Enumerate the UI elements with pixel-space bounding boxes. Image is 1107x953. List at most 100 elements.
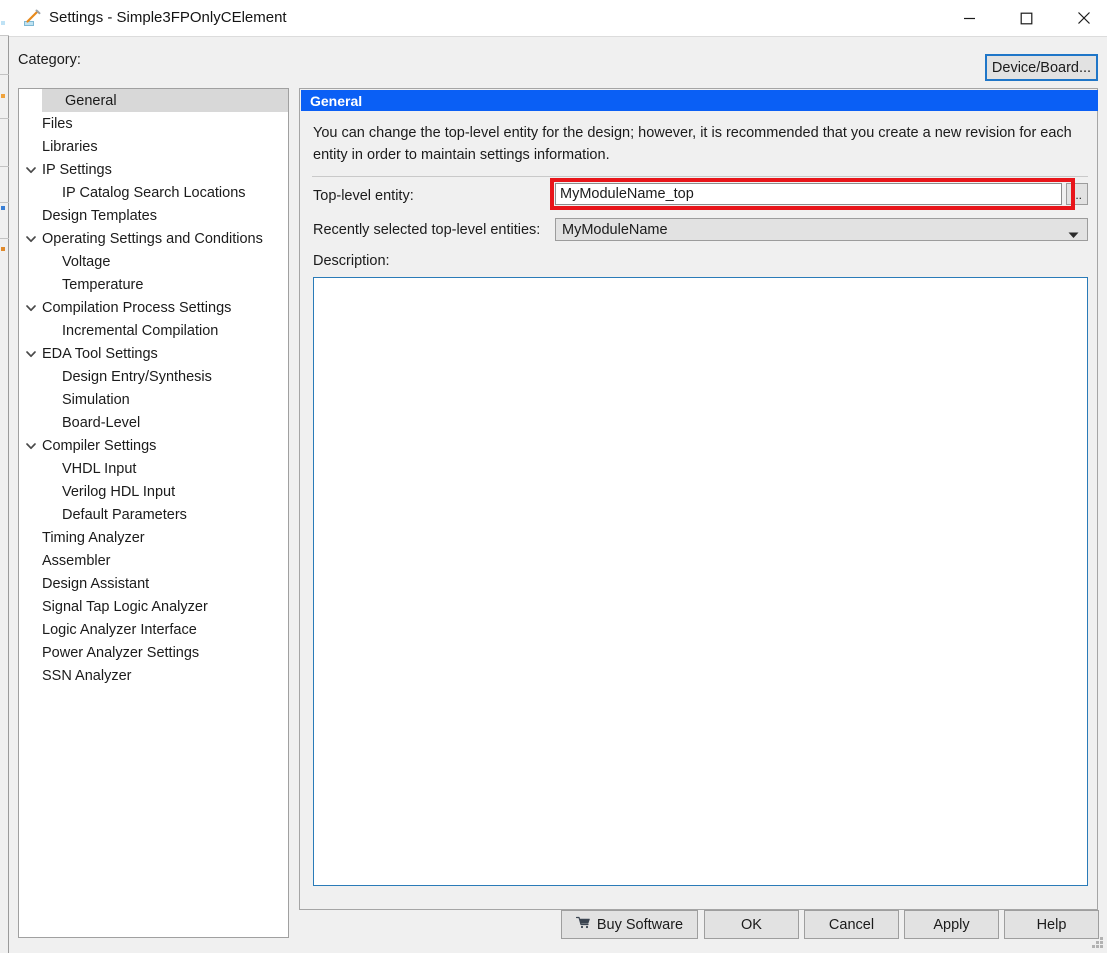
- tree-item-label: Compiler Settings: [42, 437, 157, 454]
- tree-item-simulation[interactable]: Simulation: [19, 388, 288, 411]
- title-bar: Settings - Simple3FPOnlyCElement: [9, 0, 1107, 37]
- recent-entities-label: Recently selected top-level entities:: [313, 222, 541, 238]
- tree-item-libraries[interactable]: Libraries: [19, 135, 288, 158]
- tree-item-voltage[interactable]: Voltage: [19, 250, 288, 273]
- window-title: Settings - Simple3FPOnlyCElement: [49, 9, 287, 26]
- recent-entities-value: MyModuleName: [562, 221, 668, 238]
- tree-item-label: Operating Settings and Conditions: [42, 230, 263, 247]
- background-icon: [1, 21, 5, 25]
- buy-software-label: Buy Software: [596, 916, 684, 933]
- tree-item-label: Design Entry/Synthesis: [62, 368, 212, 385]
- tree-item-label: Logic Analyzer Interface: [42, 621, 197, 638]
- chevron-down-icon[interactable]: [24, 163, 38, 177]
- tree-item-label: Voltage: [62, 253, 111, 270]
- background-divider: [0, 202, 9, 203]
- tree-item-design-assistant[interactable]: Design Assistant: [19, 572, 288, 595]
- background-divider: [0, 238, 9, 239]
- chevron-down-icon[interactable]: [24, 232, 38, 246]
- device-board-button[interactable]: Device/Board...: [985, 54, 1098, 81]
- buy-software-button[interactable]: Buy Software: [561, 910, 698, 939]
- chevron-down-icon: [1068, 227, 1079, 243]
- tree-item-general[interactable]: General: [42, 89, 288, 112]
- tree-item-label: Verilog HDL Input: [62, 483, 176, 500]
- background-icon: [1, 94, 5, 98]
- tree-item-timing-analyzer[interactable]: Timing Analyzer: [19, 526, 288, 549]
- background-icon: [1, 247, 5, 251]
- background-divider: [0, 74, 9, 75]
- tree-item-label: SSN Analyzer: [42, 667, 132, 684]
- cancel-button[interactable]: Cancel: [804, 910, 899, 939]
- tree-item-ip-settings[interactable]: IP Settings: [19, 158, 288, 181]
- tree-item-ssn-analyzer[interactable]: SSN Analyzer: [19, 664, 288, 687]
- settings-dialog: Settings - Simple3FPOnlyCElement Categor…: [9, 0, 1107, 953]
- resize-grip[interactable]: [1091, 937, 1104, 950]
- tree-item-design-templates[interactable]: Design Templates: [19, 204, 288, 227]
- maximize-icon[interactable]: [1003, 0, 1050, 36]
- shopping-cart-icon: [575, 916, 591, 933]
- tree-item-label: Simulation: [62, 391, 130, 408]
- help-button[interactable]: Help: [1004, 910, 1099, 939]
- tree-item-vhdl-input[interactable]: VHDL Input: [19, 457, 288, 480]
- tree-item-logic-analyzer-interface[interactable]: Logic Analyzer Interface: [19, 618, 288, 641]
- background-icon: [1, 206, 5, 210]
- chevron-down-icon[interactable]: [24, 347, 38, 361]
- background-window-titlebar: [0, 0, 9, 36]
- panel-description: You can change the top-level entity for …: [313, 125, 1072, 163]
- apply-button[interactable]: Apply: [904, 910, 999, 939]
- tree-item-assembler[interactable]: Assembler: [19, 549, 288, 572]
- description-label: Description:: [313, 253, 390, 269]
- chevron-down-icon[interactable]: [24, 439, 38, 453]
- recent-entities-dropdown[interactable]: MyModuleName: [555, 218, 1088, 241]
- tree-item-power-analyzer-settings[interactable]: Power Analyzer Settings: [19, 641, 288, 664]
- ok-button[interactable]: OK: [704, 910, 799, 939]
- tree-item-label: EDA Tool Settings: [42, 345, 158, 362]
- tree-item-label: Assembler: [42, 552, 111, 569]
- tree-item-board-level[interactable]: Board-Level: [19, 411, 288, 434]
- tree-item-compiler-settings[interactable]: Compiler Settings: [19, 434, 288, 457]
- settings-panel: General You can change the top-level ent…: [299, 88, 1098, 910]
- tree-item-incremental-compilation[interactable]: Incremental Compilation: [19, 319, 288, 342]
- tree-item-label: Files: [42, 115, 73, 132]
- panel-title: General: [301, 90, 1098, 111]
- description-textarea[interactable]: [313, 277, 1088, 886]
- tree-item-design-entry-synthesis[interactable]: Design Entry/Synthesis: [19, 365, 288, 388]
- tree-item-eda-tool-settings[interactable]: EDA Tool Settings: [19, 342, 288, 365]
- tree-item-operating-settings-and-conditions[interactable]: Operating Settings and Conditions: [19, 227, 288, 250]
- tree-item-default-parameters[interactable]: Default Parameters: [19, 503, 288, 526]
- tree-item-label: IP Catalog Search Locations: [62, 184, 246, 201]
- tree-item-label: Compilation Process Settings: [42, 299, 232, 316]
- background-divider: [0, 166, 9, 167]
- tree-item-temperature[interactable]: Temperature: [19, 273, 288, 296]
- panel-divider: [312, 176, 1088, 177]
- dialog-button-bar: Buy Software OK Cancel Apply Help: [9, 910, 1107, 953]
- tree-item-label: Libraries: [42, 138, 98, 155]
- tree-item-label: Board-Level: [62, 414, 141, 431]
- tree-item-files[interactable]: Files: [19, 112, 288, 135]
- top-level-entity-label: Top-level entity:: [313, 188, 414, 204]
- tree-item-label: IP Settings: [42, 161, 112, 178]
- tree-item-verilog-hdl-input[interactable]: Verilog HDL Input: [19, 480, 288, 503]
- minimize-icon[interactable]: [946, 0, 993, 36]
- background-divider: [0, 118, 9, 119]
- top-level-entity-input[interactable]: [555, 183, 1062, 205]
- pencil-ruler-icon: [23, 9, 42, 28]
- category-tree[interactable]: General Files Libraries IP Settings IP Catal…: [18, 88, 289, 938]
- chevron-down-icon[interactable]: [24, 301, 38, 315]
- tree-item-label: Design Assistant: [42, 575, 150, 592]
- tree-item-label: Default Parameters: [62, 506, 187, 523]
- tree-item-label: Temperature: [62, 276, 144, 293]
- tree-item-ip-catalog-search-locations[interactable]: IP Catalog Search Locations: [19, 181, 288, 204]
- tree-item-label: Incremental Compilation: [62, 322, 219, 339]
- tree-item-label: General: [65, 92, 117, 109]
- tree-item-compilation-process-settings[interactable]: Compilation Process Settings: [19, 296, 288, 319]
- background-window-sliver: [0, 0, 9, 953]
- tree-item-signal-tap-logic-analyzer[interactable]: Signal Tap Logic Analyzer: [19, 595, 288, 618]
- close-icon[interactable]: [1060, 0, 1107, 36]
- tree-item-label: Design Templates: [42, 207, 157, 224]
- tree-item-label: Signal Tap Logic Analyzer: [42, 598, 208, 615]
- category-label: Category:: [18, 52, 81, 68]
- browse-button[interactable]: ...: [1066, 183, 1088, 205]
- tree-item-label: Power Analyzer Settings: [42, 644, 200, 661]
- tree-item-label: VHDL Input: [62, 460, 137, 477]
- tree-item-label: Timing Analyzer: [42, 529, 145, 546]
